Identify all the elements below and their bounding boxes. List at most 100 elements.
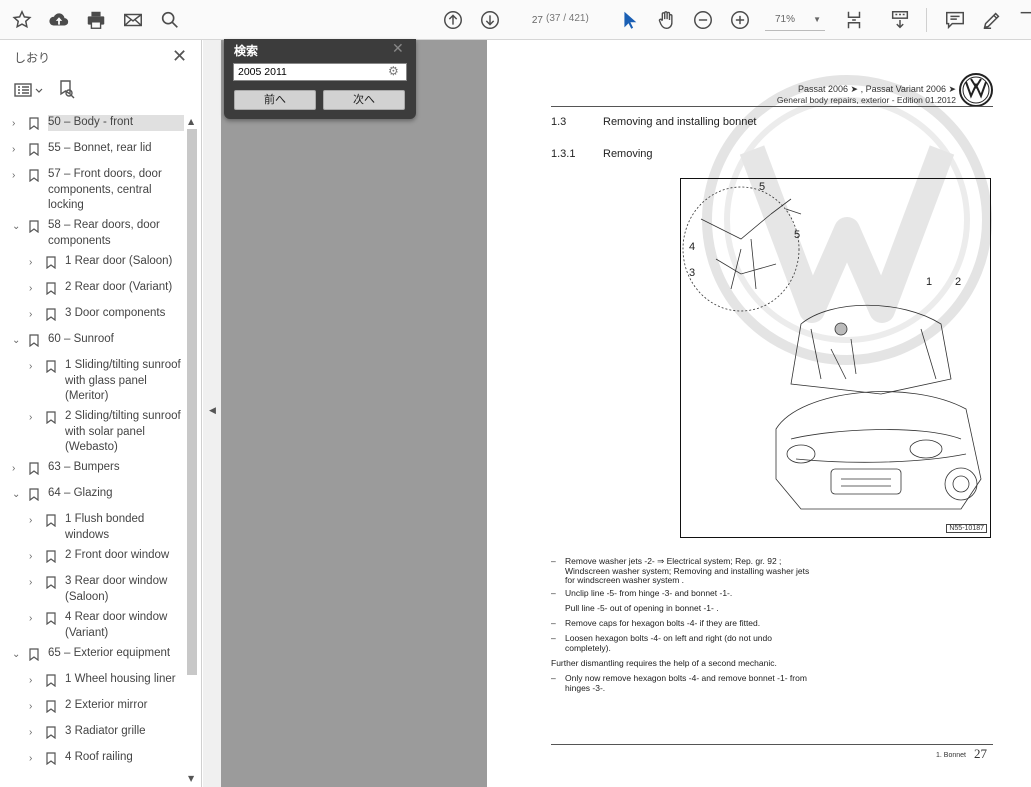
mail-icon[interactable] xyxy=(121,8,145,32)
page-down-icon[interactable] xyxy=(478,8,502,32)
scroll-up-icon[interactable]: ▲ xyxy=(188,117,194,126)
page-count: (37 / 421) xyxy=(546,13,589,24)
next-button[interactable]: 次へ xyxy=(323,90,405,110)
bookmark-item[interactable]: › 4 Roof railing xyxy=(0,750,186,768)
step-dash: – xyxy=(551,556,556,566)
collapse-arrow-icon[interactable]: ◀ xyxy=(209,406,216,416)
close-icon[interactable]: ✕ xyxy=(392,41,404,57)
zoom-in-icon[interactable] xyxy=(728,8,752,32)
chevron-right-icon[interactable]: › xyxy=(29,725,32,741)
bookmark-item[interactable]: ⌄ 60 – Sunroof xyxy=(0,332,186,350)
chevron-right-icon[interactable]: › xyxy=(29,575,32,591)
bookmark-item[interactable]: › 57 – Front doors, door components, cent… xyxy=(0,167,186,215)
bookmark-item[interactable]: › 2 Exterior mirror xyxy=(0,698,186,716)
chevron-right-icon[interactable]: › xyxy=(29,513,32,529)
chevron-right-icon[interactable]: › xyxy=(29,255,32,271)
comment-icon[interactable] xyxy=(943,8,967,32)
options-menu-icon[interactable] xyxy=(14,82,44,98)
search-title: 検索 xyxy=(234,44,259,58)
chevron-down-icon[interactable]: ⌄ xyxy=(12,219,20,235)
chevron-right-icon[interactable]: › xyxy=(12,116,15,132)
section-number: 1.3 xyxy=(551,116,567,128)
bookmark-item[interactable]: › 2 Rear door (Variant) xyxy=(0,280,186,298)
panel-tools xyxy=(0,74,202,106)
bookmark-item[interactable]: › 1 Flush bonded windows xyxy=(0,512,186,545)
chevron-right-icon[interactable]: › xyxy=(29,307,32,323)
zoom-select[interactable]: 71% ▼ xyxy=(765,9,825,31)
step-dash: – xyxy=(551,618,556,628)
chevron-right-icon[interactable]: › xyxy=(29,410,32,426)
bookmark-item[interactable]: ⌄ 64 – Glazing xyxy=(0,486,186,504)
bookmark-item[interactable]: › 3 Radiator grille xyxy=(0,724,186,742)
pdf-page: Passat 2006 ➤ , Passat Variant 2006 ➤ Ge… xyxy=(487,40,1031,787)
bookmark-item[interactable]: › 1 Wheel housing liner xyxy=(0,672,186,690)
zoom-out-icon[interactable] xyxy=(691,8,715,32)
chevron-right-icon[interactable]: › xyxy=(29,549,32,565)
scroll-down-icon[interactable]: ▼ xyxy=(188,774,194,783)
header-model: Passat 2006 ➤ , Passat Variant 2006 ➤ xyxy=(797,84,956,94)
bookmark-icon xyxy=(29,334,39,347)
bookmark-search-icon[interactable] xyxy=(58,80,76,100)
panel-collapse-bar[interactable]: ◀ xyxy=(203,40,221,787)
chevron-right-icon[interactable]: › xyxy=(12,461,15,477)
star-icon[interactable] xyxy=(10,8,34,32)
bookmark-label: 1 Flush bonded windows xyxy=(65,513,145,541)
chevron-right-icon[interactable]: › xyxy=(29,751,32,767)
search-icon[interactable] xyxy=(158,8,182,32)
print-icon[interactable] xyxy=(84,8,108,32)
bookmark-label: 63 – Bumpers xyxy=(48,461,120,473)
bookmark-item[interactable]: › 63 – Bumpers xyxy=(0,460,186,478)
bookmark-label: 2 Rear door (Variant) xyxy=(65,281,173,293)
page-up-icon[interactable] xyxy=(441,8,465,32)
bookmark-item[interactable]: › 2 Front door window xyxy=(0,548,186,566)
bookmark-label: 57 – Front doors, door components, centr… xyxy=(48,168,162,211)
select-cursor-icon[interactable] xyxy=(617,8,641,32)
bookmark-icon xyxy=(29,220,39,233)
bookmark-item[interactable]: › 1 Rear door (Saloon) xyxy=(0,254,186,272)
page-number-input[interactable] xyxy=(515,11,543,29)
gear-icon[interactable]: ⚙ xyxy=(388,64,399,78)
hand-tool-icon[interactable] xyxy=(654,8,678,32)
scroll-mode-icon[interactable] xyxy=(888,8,912,32)
chevron-down-icon[interactable]: ⌄ xyxy=(12,333,20,349)
bookmark-icon xyxy=(46,360,56,373)
chevron-down-icon[interactable]: ⌄ xyxy=(12,487,20,503)
bookmark-icon xyxy=(46,308,56,321)
subsection-title: Removing xyxy=(603,148,653,160)
figure-label: 2 xyxy=(955,276,962,288)
page-fit-icon[interactable] xyxy=(842,8,866,32)
bookmark-item[interactable]: › 55 – Bonnet, rear lid xyxy=(0,141,186,159)
bookmark-item[interactable]: › 4 Rear door window (Variant) xyxy=(0,610,186,643)
chevron-right-icon[interactable]: › xyxy=(12,168,15,184)
chevron-right-icon[interactable]: › xyxy=(12,142,15,158)
figure-label: 3 xyxy=(689,267,696,279)
bookmark-scrollbar[interactable]: ▲ ▼ xyxy=(186,115,198,785)
pen-icon[interactable] xyxy=(980,8,1004,32)
bookmark-item[interactable]: › 3 Door components xyxy=(0,306,186,324)
bookmark-item[interactable]: › 1 Sliding/tilting sunroof with glass pa… xyxy=(0,358,186,406)
chevron-right-icon[interactable]: › xyxy=(29,673,32,689)
bookmark-label: 1 Sliding/tilting sunroof with glass pan… xyxy=(65,359,181,402)
bookmark-item[interactable]: › 3 Rear door window (Saloon) xyxy=(0,574,186,607)
bookmark-item[interactable]: › 2 Sliding/tilting sunroof with solar pa… xyxy=(0,409,186,457)
chevron-right-icon[interactable]: › xyxy=(29,611,32,627)
close-icon[interactable]: ✕ xyxy=(172,46,187,67)
scroll-thumb[interactable] xyxy=(187,129,197,675)
cloud-upload-icon[interactable] xyxy=(47,8,71,32)
bookmark-item[interactable]: ⌄ 58 – Rear doors, door components xyxy=(0,218,186,251)
search-input[interactable] xyxy=(233,63,407,81)
bookmark-icon xyxy=(46,550,56,563)
more-tools-icon[interactable] xyxy=(1016,8,1031,32)
chevron-right-icon[interactable]: › xyxy=(29,281,32,297)
bookmark-label: 60 – Sunroof xyxy=(48,333,114,345)
panel-title: しおり xyxy=(14,51,51,65)
chevron-right-icon[interactable]: › xyxy=(29,359,32,375)
bookmark-icon xyxy=(29,488,39,501)
previous-button[interactable]: 前へ xyxy=(234,90,316,110)
bookmark-item[interactable]: ⌄ 65 – Exterior equipment xyxy=(0,646,186,664)
bookmark-item[interactable]: › 50 – Body - front xyxy=(0,115,186,133)
chevron-right-icon[interactable]: › xyxy=(29,699,32,715)
bookmark-icon xyxy=(29,169,39,182)
bookmark-icon xyxy=(46,256,56,269)
chevron-down-icon[interactable]: ⌄ xyxy=(12,647,20,663)
